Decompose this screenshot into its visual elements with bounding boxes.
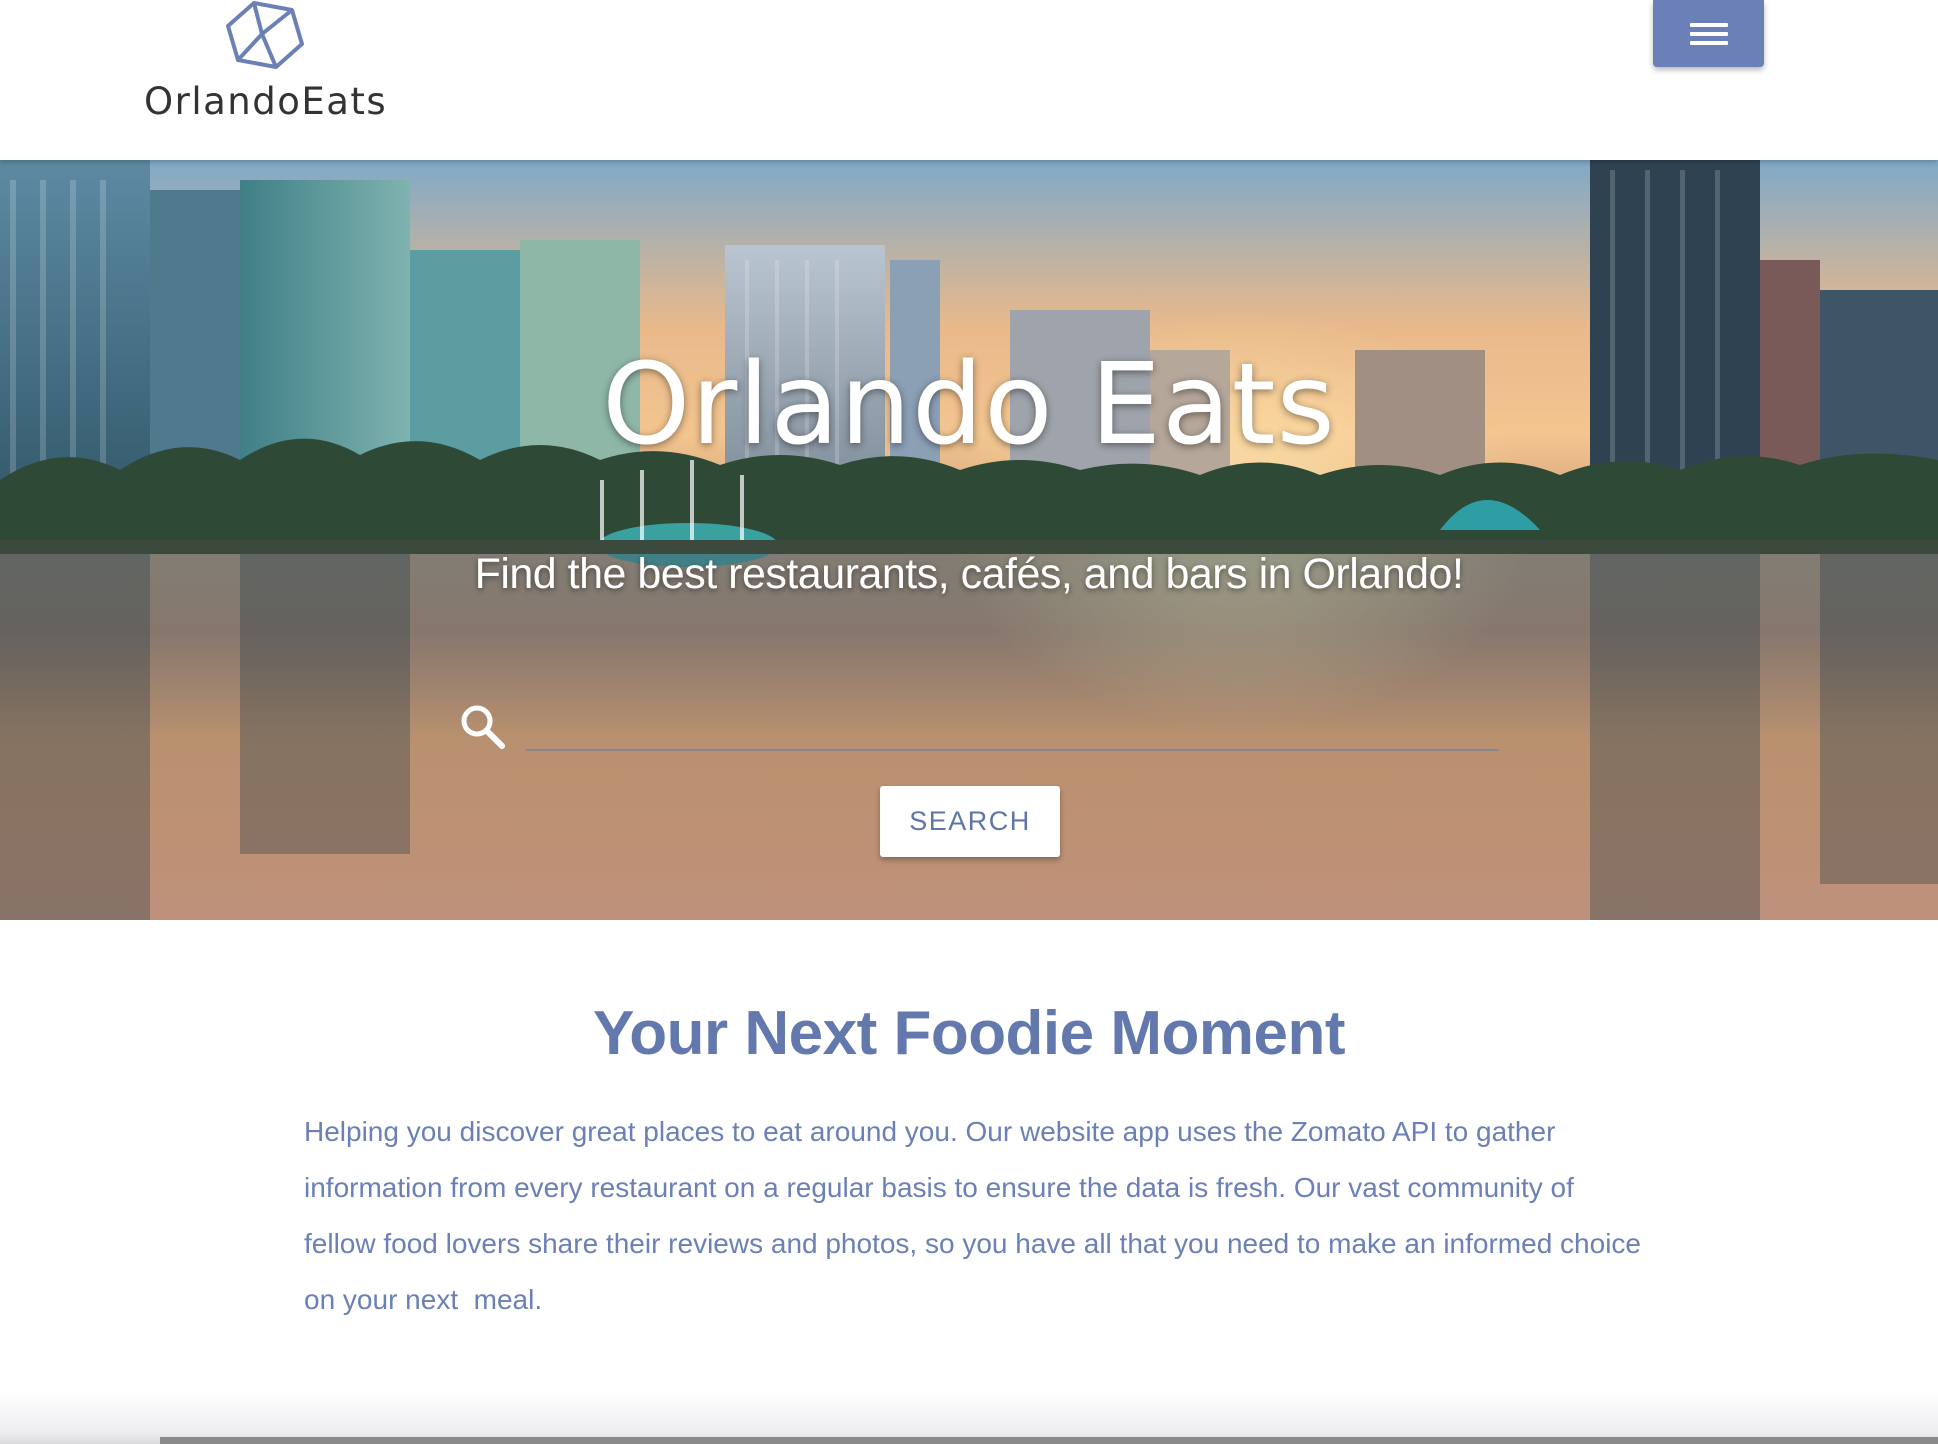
about-paragraph: Helping you discover great places to eat… — [304, 1116, 1649, 1315]
page-bottom-edge — [160, 1437, 1938, 1444]
hero-section: Orlando Eats Find the best restaurants, … — [0, 160, 1938, 920]
brand-logo[interactable]: OrlandoEats — [140, 0, 400, 150]
search-button[interactable]: SEARCH — [880, 786, 1060, 857]
brand-name: OrlandoEats — [144, 80, 388, 123]
section-title: Your Next Foodie Moment — [592, 999, 1346, 1068]
search-input[interactable] — [526, 695, 1499, 751]
hamburger-menu-icon — [1689, 21, 1728, 47]
search-icon — [461, 705, 505, 749]
menu-button[interactable] — [1653, 0, 1764, 67]
site-header: OrlandoEats — [0, 0, 1938, 160]
cube-logo-icon — [226, 1, 304, 69]
bottom-fade — [0, 1390, 1938, 1444]
hero-subtitle: Find the best restaurants, cafés, and ba… — [474, 550, 1464, 598]
hero-title: Orlando Eats — [602, 340, 1336, 470]
